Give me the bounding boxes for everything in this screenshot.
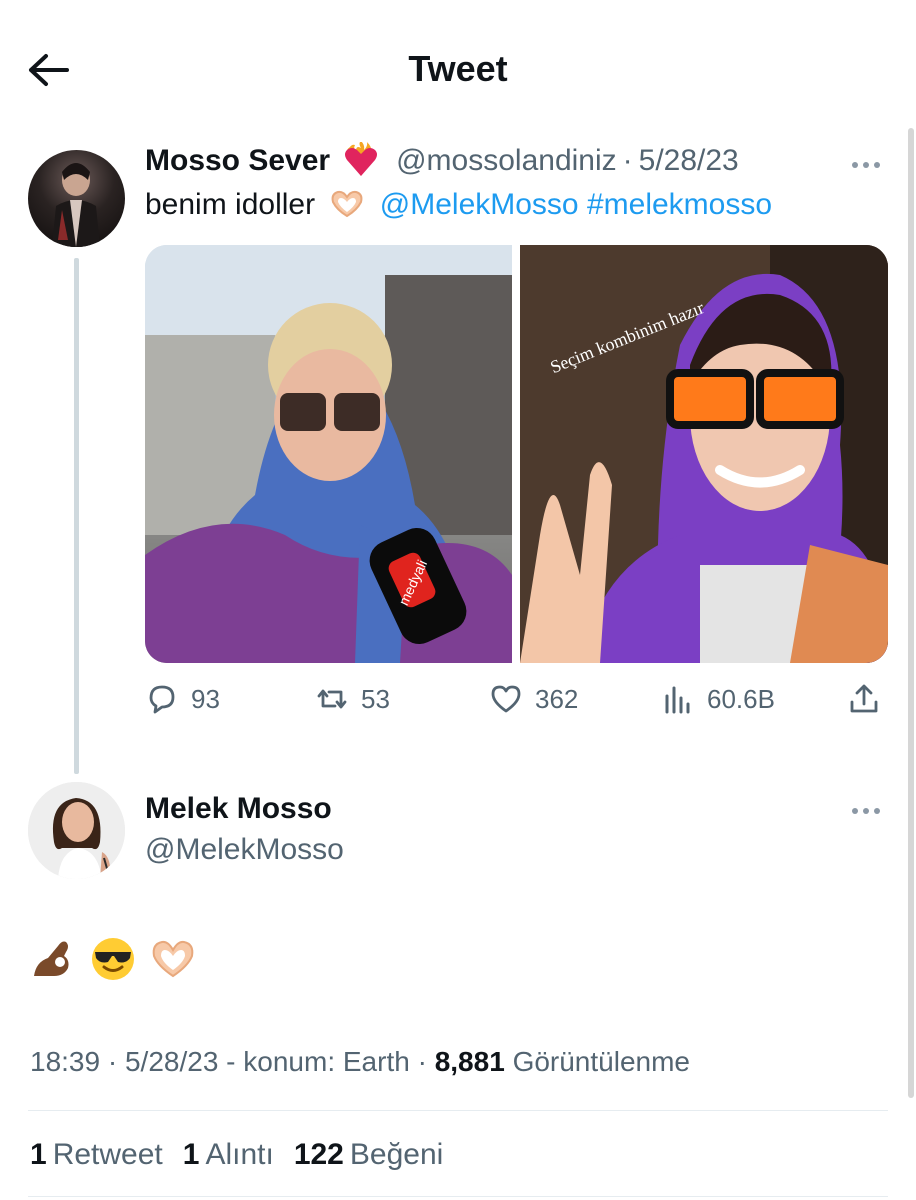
avatar-mosso-sever[interactable] <box>28 150 125 247</box>
tweet-time[interactable]: 18:39 <box>30 1046 100 1077</box>
handle[interactable]: @mossolandiniz <box>396 144 617 178</box>
likes-stat[interactable]: 122 Beğeni <box>294 1138 443 1172</box>
media-photo-right[interactable]: Seçim kombinim hazır <box>520 245 888 663</box>
more-options-icon[interactable] <box>846 150 886 180</box>
engagement-stats: 1 Retweet 1 Alıntı 122 Beğeni <box>30 1138 443 1172</box>
share-button[interactable] <box>847 682 881 716</box>
parent-tweet-header: Mosso Sever @mossolandiniz · 5/28/23 <box>145 142 739 180</box>
avatar-melek-mosso[interactable] <box>28 782 125 879</box>
heart-on-fire-icon <box>345 142 378 176</box>
retweet-count: 53 <box>361 683 390 714</box>
reply-count: 93 <box>191 683 220 714</box>
top-bar: Tweet <box>0 0 916 130</box>
divider <box>28 1110 888 1111</box>
share-icon <box>850 684 878 713</box>
tweet-metadata: 18:39 · 5/28/23 - konum: Earth · 8,881 G… <box>30 1046 690 1078</box>
heart-icon <box>491 685 521 713</box>
parent-tweet-actions: 93 53 362 60.6B <box>145 682 888 722</box>
scrollbar[interactable] <box>908 128 914 1098</box>
heart-hands-icon <box>152 940 194 978</box>
like-count: 362 <box>535 683 579 714</box>
main-tweet-text <box>30 936 196 982</box>
media-grid: medyali Seçim kombinim hazır <box>145 245 888 663</box>
tweet-location: - konum: Earth <box>226 1046 410 1077</box>
views-chart-icon <box>665 686 690 714</box>
hashtag-link[interactable]: #melekmosso <box>587 188 772 221</box>
reply-button[interactable]: 93 <box>145 682 220 716</box>
retweet-button[interactable]: 53 <box>315 682 390 716</box>
quotes-stat[interactable]: 1 Alıntı <box>183 1138 274 1172</box>
views-count: 8,881 <box>434 1046 505 1077</box>
more-options-icon[interactable] <box>846 796 886 826</box>
separator-dot: · <box>417 1046 427 1077</box>
tweet-date[interactable]: 5/28/23 <box>639 144 739 178</box>
reply-icon <box>149 685 175 714</box>
mention-link[interactable]: @MelekMosso <box>380 188 579 221</box>
like-button[interactable]: 362 <box>489 682 578 716</box>
parent-tweet-text: benim idoller @MelekMosso #melekmosso <box>145 188 772 222</box>
retweet-icon <box>317 689 347 709</box>
views-label: Görüntülenme <box>512 1046 690 1077</box>
thread-connector-line <box>74 258 79 774</box>
tweet-text-prefix: benim idoller <box>145 188 316 221</box>
page-title: Tweet <box>408 48 508 89</box>
main-tweet-handle[interactable]: @MelekMosso <box>145 833 344 867</box>
smiling-face-with-sunglasses-icon <box>92 938 134 980</box>
retweets-stat[interactable]: 1 Retweet <box>30 1138 163 1172</box>
display-name[interactable]: Mosso Sever <box>145 144 330 178</box>
media-photo-left[interactable]: medyali <box>145 245 512 663</box>
main-tweet-display-name[interactable]: Melek Mosso <box>145 792 332 826</box>
tweet-date[interactable]: 5/28/23 <box>125 1046 218 1077</box>
separator-dot: · <box>107 1046 118 1077</box>
ok-hand-dark-icon <box>34 941 69 976</box>
divider <box>28 1196 888 1197</box>
views-button[interactable]: 60.6B <box>661 682 775 716</box>
heart-hands-icon <box>332 190 363 218</box>
separator-dot: · <box>622 144 633 177</box>
views-count: 60.6B <box>707 683 775 714</box>
